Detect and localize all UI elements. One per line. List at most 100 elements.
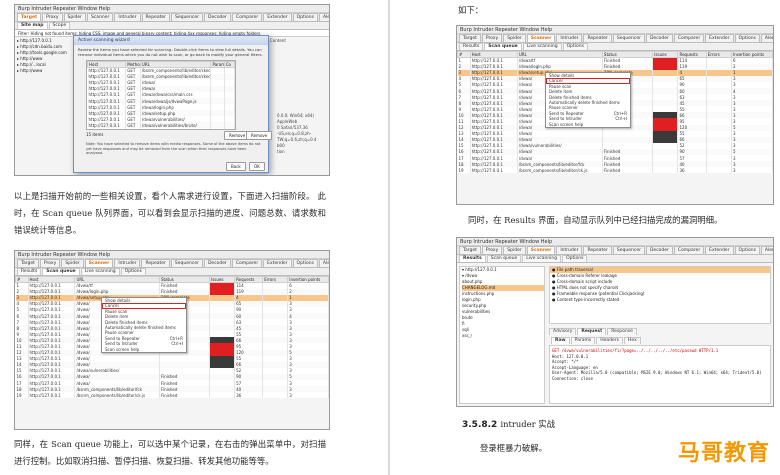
tab-advisory[interactable]: Advisory [549,328,577,335]
results-tree: ▾ http://127.0.0.1 ▾ /dvwa about.php CHA… [459,266,545,404]
tab-spider[interactable]: Spider [61,259,84,267]
table-row[interactable]: http://127.0.0.1GET/dvwa/vulnerabilities… [87,128,235,129]
table-cell: http://127.0.0.1 [87,85,127,92]
tab-intruder[interactable]: Intruder [556,246,583,254]
tab-comparer[interactable]: Comparer [673,246,705,254]
tab-site-map[interactable]: Site map [17,22,48,29]
tab-intruder[interactable]: Intruder [114,13,141,21]
results-tree-item[interactable]: xss_r [462,333,544,339]
tab-proxy[interactable]: Proxy [42,13,63,21]
tab-scanner[interactable]: Scanner [86,13,114,21]
tab-sequencer[interactable]: Sequencer [612,246,645,254]
tab-extender[interactable]: Extender [705,246,734,254]
tab-params[interactable]: Params [570,337,596,344]
column-header[interactable]: Method [125,61,141,68]
table-row[interactable]: 19 http://127.0.0.1/bsnm_components/lib/e… [15,392,329,399]
tab-comparer[interactable]: Comparer [673,34,705,42]
tab-scanner[interactable]: Scanner [526,246,556,254]
tab-intruder[interactable]: Intruder [114,259,141,267]
tab-target[interactable]: Target [17,259,39,267]
tab-options[interactable]: Options [734,246,760,254]
tab-spider[interactable]: Spider [63,13,86,21]
tab-extender[interactable]: Extender [263,259,292,267]
tab-repeater[interactable]: Repeater [583,246,612,254]
table-cell [224,128,235,129]
request-pane: GET /dvwa/vulnerabilities/fi/?page=../..… [549,345,771,404]
tab-results[interactable]: Results [17,268,42,275]
caption-as-follows: 如下： [458,5,484,15]
tab-decoder[interactable]: Decoder [645,246,673,254]
tab-request[interactable]: Request [577,328,607,335]
site-tree: ▸ http://127.0.0.1 ▸ http://cdn.baidu.com… [17,38,77,74]
menu-item-label: Scan screen help [105,346,140,352]
tab-comparer[interactable]: Comparer [231,13,263,21]
tab-intruder[interactable]: Intruder [556,34,583,42]
tab-scan-queue[interactable]: Scan queue [484,43,522,50]
tab-results[interactable]: Results [459,255,486,262]
tab-sequencer[interactable]: Sequencer [170,259,203,267]
tab-options[interactable]: Options [120,268,146,275]
sub-tabs: Site map Scope [15,22,329,30]
tab-proxy[interactable]: Proxy [481,246,503,254]
tab-scope[interactable]: Scope [48,22,71,29]
tab-options[interactable]: Options [292,259,318,267]
table-cell [262,392,289,399]
table-cell: http://127.0.0.1 [87,122,127,129]
tab-proxy[interactable]: Proxy [481,34,503,42]
tab-proxy[interactable]: Proxy [39,259,61,267]
tab-live-scanning[interactable]: Live scanning [80,268,120,275]
table-cell: 3 [287,392,329,399]
tab-repeater[interactable]: Repeater [583,34,612,42]
tab-alerts[interactable]: Alerts [318,13,329,21]
tab-results[interactable]: Results [459,43,484,50]
tab-comparer[interactable]: Comparer [231,259,263,267]
tab-raw[interactable]: Raw [551,337,570,344]
tab-target[interactable]: Target [459,34,481,42]
column-header[interactable]: Params [210,61,225,68]
site-tree-item[interactable]: ▸ http://www [17,68,77,74]
table-cell: GET [125,128,141,129]
tab-target[interactable]: Target [17,13,42,21]
tab-scan-queue[interactable]: Scan queue [486,255,522,262]
paragraph-results: 同时，在 Results 界面，自动显示队列中已经扫描完成的漏洞明细。 [468,215,723,225]
tab-alerts[interactable]: Alerts [760,246,773,254]
tab-hex[interactable]: Hex [624,337,641,344]
tab-options[interactable]: Options [734,34,760,42]
ok-button[interactable]: OK [249,162,265,171]
tab-alerts[interactable]: Alerts [760,34,773,42]
tab-decoder[interactable]: Decoder [645,34,673,42]
tab-extender[interactable]: Extender [263,13,292,21]
menu-item-scan-screen-help[interactable]: Scan screen help [102,347,186,352]
tab-repeater[interactable]: Repeater [141,259,170,267]
tab-options[interactable]: Options [562,255,588,262]
menu-item-scan-screen-help[interactable]: Scan screen help [546,122,630,127]
table-row[interactable]: 19 http://127.0.0.1/bsnm_components/lib/e… [457,167,773,174]
tab-spider[interactable]: Spider [503,34,526,42]
table-cell: /bsnm_components/lib/editor/ckeditor/fck [140,67,212,74]
tab-scanner[interactable]: Scanner [526,34,556,42]
tab-spider[interactable]: Spider [503,246,526,254]
tab-response[interactable]: Response [607,328,637,335]
back-button[interactable]: Back [226,162,246,171]
tab-options[interactable]: Options [292,13,318,21]
tab-live-scanning[interactable]: Live scanning [522,43,562,50]
tab-sequencer[interactable]: Sequencer [612,34,645,42]
tab-decoder[interactable]: Decoder [204,13,231,21]
tab-alerts[interactable]: Alerts [318,259,329,267]
tab-scan-queue[interactable]: Scan queue [42,268,80,275]
tab-options[interactable]: Options [562,43,588,50]
request-line: Connection: close [552,375,593,381]
tab-target[interactable]: Target [459,246,481,254]
tab-extender[interactable]: Extender [705,34,734,42]
tab-sequencer[interactable]: Sequencer [170,13,204,21]
tab-scanner[interactable]: Scanner [84,259,114,267]
menu-item-shortcut: Ctrl+I [171,341,183,347]
sub-tabs: Results Scan queue Live scanning Options [457,43,773,51]
table-cell: http://127.0.0.1 [87,110,127,117]
issue-item[interactable]: ● Content type incorrectly stated [550,297,770,303]
remove-all-button[interactable]: Remove [246,131,273,140]
tab-decoder[interactable]: Decoder [203,259,231,267]
tab-headers[interactable]: Headers [596,337,624,344]
tab-live-scanning[interactable]: Live scanning [522,255,562,262]
tab-repeater[interactable]: Repeater [141,13,170,21]
